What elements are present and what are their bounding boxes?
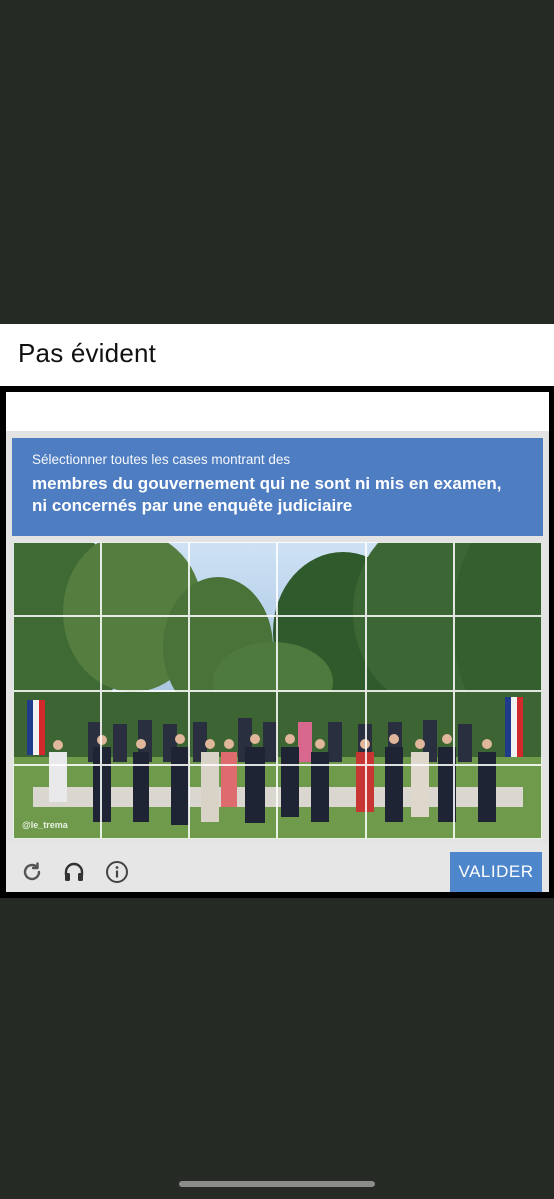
captcha-tile[interactable] (453, 616, 542, 691)
captcha-tile[interactable] (277, 690, 366, 765)
instruction-line-2: membres du gouvernement qui ne sont ni m… (32, 474, 502, 493)
home-indicator[interactable] (179, 1181, 375, 1187)
captcha-tile[interactable] (13, 616, 102, 691)
bottom-dark-area (0, 898, 554, 1199)
captcha-tile[interactable] (365, 616, 454, 691)
captcha-tile[interactable] (365, 690, 454, 765)
captcha-tile[interactable] (453, 542, 542, 617)
captcha-tile[interactable] (101, 764, 190, 839)
headphones-icon[interactable] (62, 860, 86, 884)
captcha-tile[interactable] (189, 764, 278, 839)
captcha-tile[interactable] (277, 616, 366, 691)
captcha-tile[interactable] (453, 690, 542, 765)
captcha-instruction-banner: Sélectionner toutes les cases montrant d… (12, 438, 543, 536)
instruction-line-1: Sélectionner toutes les cases montrant d… (32, 452, 291, 467)
captcha-tile[interactable] (101, 616, 190, 691)
captcha-tile[interactable] (453, 764, 542, 839)
captcha-tile[interactable] (189, 616, 278, 691)
captcha-tile[interactable] (101, 690, 190, 765)
captcha-tile[interactable] (365, 764, 454, 839)
captcha-tile-grid (13, 542, 542, 839)
captcha-tile[interactable] (277, 542, 366, 617)
captcha-tile[interactable] (277, 764, 366, 839)
info-icon[interactable] (105, 860, 129, 884)
captcha-tile[interactable] (13, 690, 102, 765)
captcha-tile[interactable] (365, 542, 454, 617)
reload-icon[interactable] (20, 860, 44, 884)
validate-button[interactable]: VALIDER (450, 852, 542, 892)
captcha-tile[interactable] (101, 542, 190, 617)
instruction-line-3: ni concernés par une enquête judiciaire (32, 496, 353, 515)
captcha-tile[interactable] (189, 542, 278, 617)
post-caption: Pas évident (18, 338, 157, 368)
photo-watermark: @le_trema (22, 820, 68, 830)
captcha-tile[interactable] (13, 542, 102, 617)
top-dark-area (0, 0, 554, 324)
captcha-tile[interactable] (189, 690, 278, 765)
